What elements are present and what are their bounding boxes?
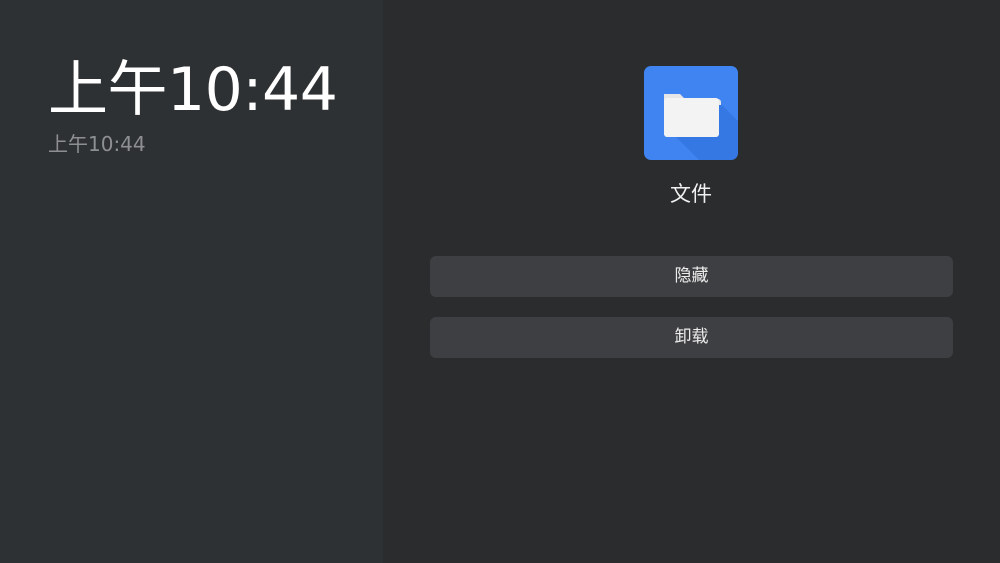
app-name: 文件 — [670, 182, 712, 206]
app-info-screen: 上午10:44 上午10:44 文件 隐藏 卸载 — [0, 0, 1000, 563]
clock-small: 上午10:44 — [48, 132, 146, 156]
left-panel: 上午10:44 上午10:44 — [0, 0, 383, 563]
hide-button[interactable]: 隐藏 — [430, 256, 953, 297]
right-panel: 文件 隐藏 卸载 — [383, 0, 1000, 563]
app-icon — [644, 66, 738, 160]
uninstall-button[interactable]: 卸载 — [430, 317, 953, 358]
clock-large: 上午10:44 — [48, 55, 338, 125]
folder-icon — [664, 94, 738, 160]
